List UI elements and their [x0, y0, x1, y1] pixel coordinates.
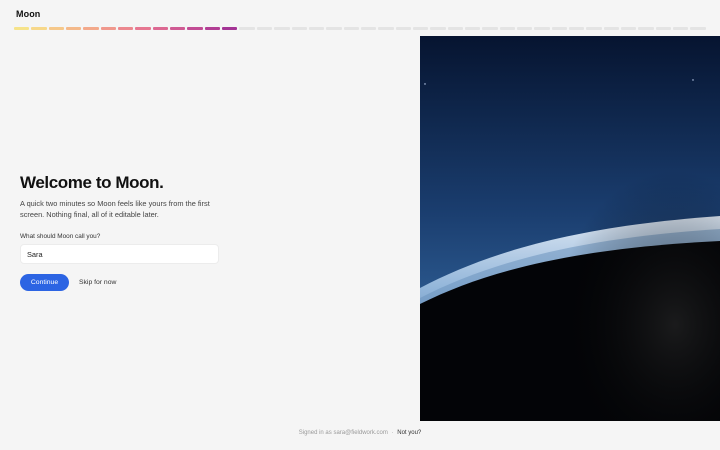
progress-step-complete [187, 27, 203, 30]
skip-for-now-link[interactable]: Skip for now [79, 279, 116, 286]
progress-step-pending [343, 27, 359, 30]
form-actions: Continue Skip for now [20, 274, 230, 291]
progress-step-pending [256, 27, 273, 30]
progress-step-complete [222, 27, 238, 30]
progress-step-complete [66, 27, 82, 30]
progress-step-pending [499, 27, 515, 30]
progress-step-pending [308, 27, 325, 30]
progress-step-pending [638, 27, 654, 30]
page-title: Welcome to Moon. [20, 173, 164, 192]
not-you-link[interactable]: Not you? [397, 430, 421, 436]
onboarding-screen: Moon Welcome to Moon. A quick two minute… [0, 0, 720, 450]
signed-in-text: Signed in as sara@fieldwork.com [298, 430, 388, 436]
progress-step-complete [118, 27, 134, 30]
continue-button[interactable]: Continue [20, 274, 69, 291]
progress-step-complete [152, 27, 169, 30]
progress-step-pending [482, 27, 498, 30]
progress-step-pending [447, 27, 463, 30]
progress-step-complete [135, 27, 151, 30]
progress-step-pending [430, 27, 446, 30]
progress-step-complete [48, 27, 65, 30]
progress-step-pending [621, 27, 637, 30]
progress-step-pending [395, 27, 411, 30]
earth-horizon-illustration [420, 36, 720, 421]
page-subtitle: A quick two minutes so Moon feels like y… [20, 199, 210, 219]
progress-step-complete [83, 27, 99, 30]
progress-step-pending [412, 27, 429, 30]
progress-step-complete [100, 27, 117, 30]
progress-step-pending [655, 27, 672, 30]
progress-step-pending [239, 27, 255, 30]
progress-step-pending [551, 27, 567, 30]
progress-step-pending [586, 27, 602, 30]
name-input[interactable]: Sara [20, 244, 219, 264]
progress-step-pending [569, 27, 585, 30]
account-footer: Signed in as sara@fieldwork.com · Not yo… [0, 430, 720, 436]
progress-step-pending [603, 27, 620, 30]
progress-step-pending [274, 27, 290, 30]
progress-step-pending [360, 27, 377, 30]
progress-step-complete [204, 27, 221, 30]
progress-step-pending [690, 27, 706, 30]
app-logo: Moon [16, 9, 41, 19]
hero-image [420, 36, 720, 421]
progress-step-pending [326, 27, 342, 30]
progress-step-pending [291, 27, 307, 30]
name-field-label: What should Moon call you? [20, 233, 101, 240]
onboarding-progress-bar [14, 27, 706, 30]
progress-step-pending [464, 27, 481, 30]
progress-step-complete [31, 27, 47, 30]
onboarding-panel: Welcome to Moon. A quick two minutes so … [20, 173, 230, 291]
progress-step-pending [516, 27, 533, 30]
progress-step-pending [673, 27, 689, 30]
progress-step-pending [378, 27, 394, 30]
progress-step-pending [534, 27, 550, 30]
progress-step-complete [170, 27, 186, 30]
footer-separator: · [391, 430, 394, 436]
name-input-value: Sara [27, 249, 43, 259]
progress-step-complete [14, 27, 30, 30]
